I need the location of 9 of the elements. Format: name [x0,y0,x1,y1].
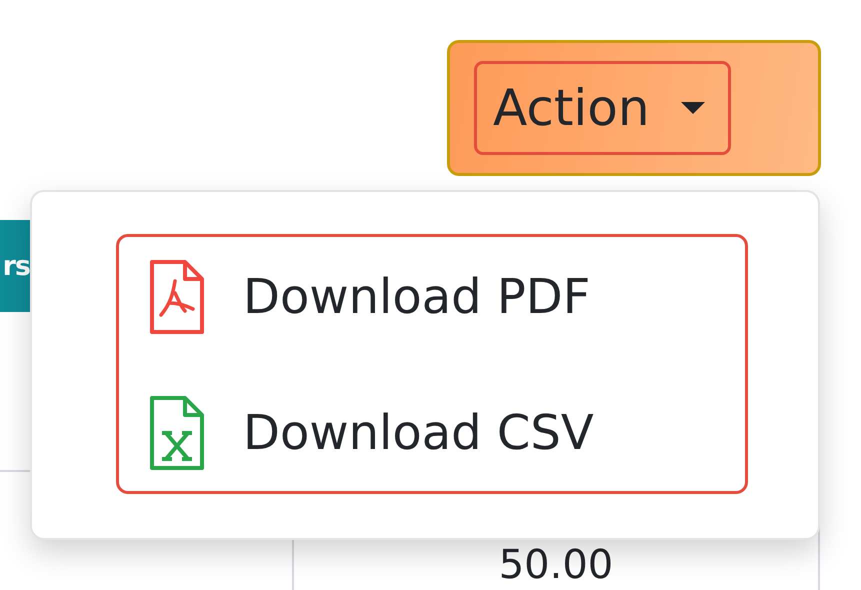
spreadsheet-file-icon [149,395,205,471]
menu-item[interactable]: Download CSV [149,393,745,473]
caret-icon [680,101,706,115]
action-label: Action [493,79,650,137]
table-header-cell: rs [0,220,30,312]
table-cell: 50.00 [498,542,614,588]
pdf-file-icon [149,259,205,335]
action-button[interactable]: Action [447,40,821,176]
menu-item[interactable]: Download PDF [149,257,745,337]
